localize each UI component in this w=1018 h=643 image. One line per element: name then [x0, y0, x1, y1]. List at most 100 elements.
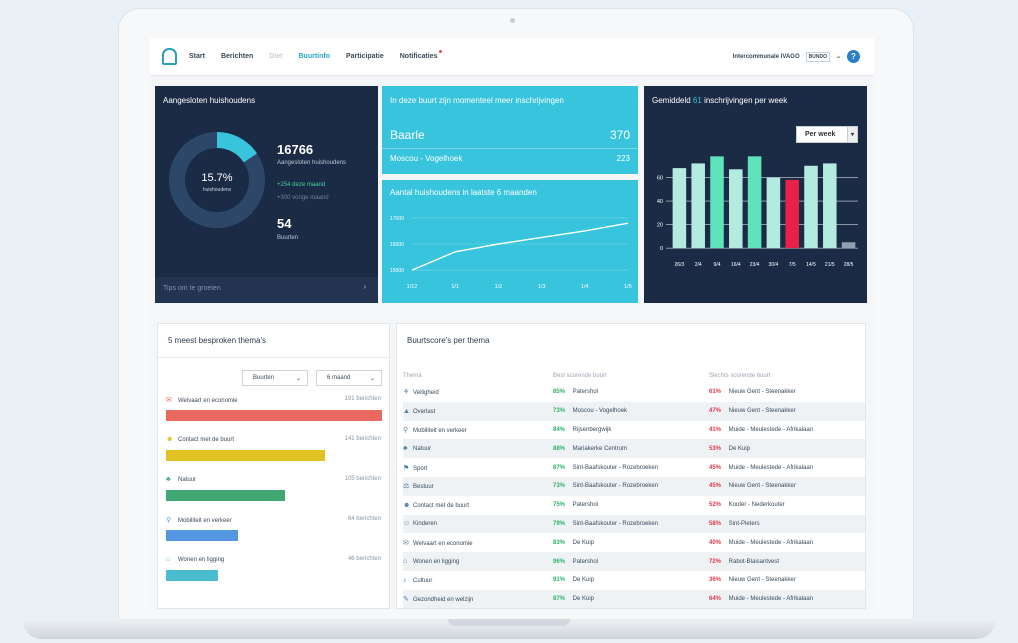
help-icon[interactable]: ?: [847, 50, 860, 63]
worst-neighbourhood: Rabot-Blaisantvest: [727, 558, 780, 565]
table-row[interactable]: ⚲ Mobiliteit en verkeer 84% Rijsenbergwijk…: [403, 421, 865, 440]
worst-neighbourhood: Nieuw Gent - Steenakker: [727, 577, 796, 584]
best-neighbourhood: Patershol: [571, 389, 599, 396]
theme-cell: ⚖ Bestuur: [403, 476, 553, 496]
theme-row[interactable]: ⚲ Mobiliteit en verkeer 64 berichten: [166, 516, 381, 524]
households-title: Aangesloten huishoudens: [163, 96, 256, 105]
table-row[interactable]: ✎ Gezondheid en welzijn 87% De Kuip 64% Mui…: [403, 589, 865, 608]
weekly-average: 61: [692, 96, 702, 105]
nav-notificaties[interactable]: Notificaties: [400, 50, 443, 60]
themes-title: 5 meest besproken thema's: [158, 324, 389, 358]
worst-neighbourhood: Muide - Meulestede - Afrikalaan: [727, 426, 814, 433]
theme-icon: ♣: [403, 445, 408, 453]
best-score: 87%: [553, 464, 566, 471]
y-tick-label: 15000: [390, 268, 404, 274]
theme-icon: ✉: [166, 397, 172, 404]
nav-participatie[interactable]: Participatie: [346, 53, 384, 60]
worst-score: 53%: [709, 445, 722, 452]
best-score: 96%: [553, 558, 566, 565]
theme-bar: [166, 450, 326, 461]
theme-count: 191 berichten: [344, 396, 381, 402]
scope-select[interactable]: Buurten ⌄: [242, 370, 308, 386]
home-logo-icon[interactable]: [162, 48, 177, 65]
chevron-down-icon: ⌄: [835, 54, 841, 60]
growth-tips-link[interactable]: Tips om te groeien ›: [155, 277, 378, 303]
best-score: 87%: [553, 596, 566, 603]
signups-panel: In deze buurt zijn momenteel meer inschr…: [382, 86, 638, 174]
x-tick-label: 2/4: [695, 262, 702, 268]
y-tick-label: 20: [657, 223, 663, 229]
growth-tips-label: Tips om te groeien: [163, 285, 221, 292]
theme-row[interactable]: ☻ Contact met de buurt 141 berichten: [166, 436, 381, 443]
chevron-down-icon: ⌄: [369, 376, 375, 382]
theme-count: 105 berichten: [344, 476, 381, 482]
nav-berichten[interactable]: Berichten: [221, 53, 253, 60]
table-row[interactable]: ⚘ Veiligheid 85% Patershol 61% Nieuw Gent -…: [403, 383, 865, 402]
x-tick-label: 1/5: [624, 284, 632, 290]
x-tick-label: 1/4: [581, 284, 589, 290]
theme-cell: ✎ Gezondheid en welzijn: [403, 589, 553, 608]
theme-name: Bestuur: [413, 484, 434, 491]
theme-row[interactable]: ✉ Welvaart en economie 191 berichten: [166, 396, 381, 404]
table-row[interactable]: ▲ Overlast 73% Moscou - Vogelhoek 47% Nieuw…: [403, 401, 865, 421]
prev-month-growth: +300 vorige maand: [277, 195, 329, 201]
table-row[interactable]: ⚖ Bestuur 73% Sint-Baafskouter - Rozebroek…: [403, 476, 865, 496]
theme-icon: ⚖: [403, 483, 410, 491]
theme-count: 141 berichten: [344, 436, 381, 442]
theme-bar: [166, 530, 239, 541]
period-select-value: Per week: [805, 131, 836, 138]
best-score: 91%: [553, 577, 566, 584]
trend-line: [411, 222, 629, 271]
best-neighbourhood: De Kuip: [571, 596, 595, 603]
nav-start[interactable]: Start: [189, 53, 205, 60]
top-navbar: Start Berichten Diet Buurtinfo Participa…: [150, 38, 874, 76]
table-row[interactable]: ♣ Natuur 88% Mariakerke Centrum 53% De Kuip: [403, 439, 865, 459]
x-tick-label: 21/5: [825, 262, 835, 268]
table-row[interactable]: ♪ Cultuur 91% De Kuip 36% Nieuw Gent - Stee…: [403, 571, 865, 590]
theme-icon: ▲: [403, 407, 410, 415]
period-select[interactable]: Per week ▾: [796, 126, 858, 143]
divider: [382, 148, 638, 149]
x-tick-label: 7/5: [789, 262, 796, 268]
nav-buurtinfo[interactable]: Buurtinfo: [298, 53, 330, 60]
table-row[interactable]: ☻ Contact met de buurt 75% Patershol 52% Ko…: [403, 496, 865, 515]
best-cell: 73% Sint-Baafskouter - Rozebroeken: [553, 476, 709, 496]
scores-table-body: ⚘ Veiligheid 85% Patershol 61% Nieuw Gent -…: [403, 383, 865, 608]
theme-row[interactable]: ♣ Natuur 105 berichten: [166, 476, 381, 483]
theme-bar: [166, 570, 219, 581]
signup-row[interactable]: Baarle 370: [390, 128, 630, 142]
theme-cell: ☻ Contact met de buurt: [403, 496, 553, 515]
worst-cell: 41% Muide - Meulestede - Afrikalaan: [709, 421, 865, 440]
table-row[interactable]: ☺ Kinderen 79% Sint-Baafskouter - Rozebroe…: [403, 514, 865, 534]
table-row[interactable]: ⚑ Sport 87% Sint-Baafskouter - Rozebroeken…: [403, 458, 865, 477]
chevron-down-icon: ⌄: [295, 376, 301, 382]
households-total-label: Aangesloten huishoudens: [277, 160, 347, 166]
theme-name: Wonen en ligging: [413, 559, 460, 566]
chevron-down-icon: ▾: [847, 127, 857, 142]
period-select[interactable]: 6 maand ⌄: [316, 370, 382, 386]
best-neighbourhood: De Kuip: [571, 539, 595, 546]
table-row[interactable]: ✉ Welvaart en economie 83% De Kuip 40% Muid…: [403, 533, 865, 552]
theme-row[interactable]: ⌂ Wonen en ligging 46 berichten: [166, 556, 381, 563]
theme-cell: ♪ Cultuur: [403, 571, 553, 590]
month-growth: +254 deze maand: [277, 182, 326, 188]
theme-name: Cultuur: [413, 577, 433, 584]
signup-row[interactable]: Moscou - Vogelhoek 223: [390, 154, 630, 163]
best-cell: 85% Patershol: [553, 383, 709, 402]
org-switcher[interactable]: Intercommunale IVAGO BUNDO ⌄ ?: [733, 50, 860, 63]
table-row[interactable]: ⌂ Wonen en ligging 96% Patershol 72% Rabot-…: [403, 552, 865, 571]
theme-cell: ▲ Overlast: [403, 401, 553, 421]
weekly-title-suffix: inschrijvingen per week: [704, 96, 788, 105]
best-cell: 75% Patershol: [553, 496, 709, 515]
best-cell: 91% De Kuip: [553, 571, 709, 590]
best-neighbourhood: Sint-Baafskouter - Rozebroeken: [571, 483, 659, 490]
best-score: 73%: [553, 483, 566, 490]
x-tick-label: 26/3: [675, 262, 685, 268]
nav-diet[interactable]: Diet: [269, 53, 282, 60]
worst-score: 36%: [709, 577, 722, 584]
worst-score: 61%: [709, 389, 722, 396]
best-neighbourhood: Sint-Baafskouter - Rozebroeken: [571, 520, 659, 527]
worst-cell: 47% Nieuw Gent - Steenakker: [709, 401, 865, 421]
best-score: 83%: [553, 539, 566, 546]
theme-icon: ⚲: [166, 517, 172, 524]
